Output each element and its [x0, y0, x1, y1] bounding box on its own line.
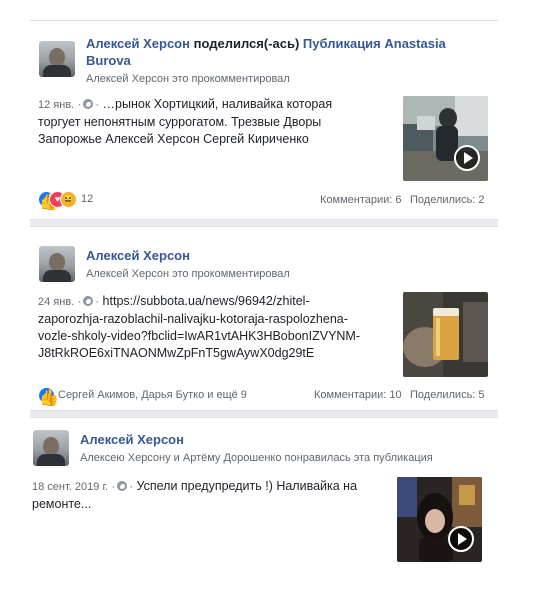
globe-icon: [83, 99, 94, 109]
video-thumbnail[interactable]: [397, 477, 482, 562]
video-thumbnail-image: [397, 477, 482, 562]
post-text-2: ремонте...: [32, 497, 92, 511]
post-separator: [30, 410, 498, 418]
post-text-2: торгует непонятным суррогатом. Трезвые Д…: [38, 115, 322, 129]
link-thumbnail[interactable]: [403, 292, 488, 377]
post-subtitle: Алексею Херсону и Артёму Дорошенко понра…: [80, 452, 433, 464]
reactors-list[interactable]: Сергей Акимов, Дарья Бутко и ещё 9: [58, 389, 247, 401]
shares-count[interactable]: Поделились: 2: [410, 194, 485, 206]
beer-glass-image: [403, 292, 488, 377]
post-line-1: 24 янв. · · https://subbota.ua/news/96942…: [38, 294, 310, 308]
post-link-3[interactable]: vozle-shkoly-video?fbclid=IwAR1vtAHK3HBo…: [38, 328, 398, 345]
globe-icon: [83, 296, 94, 306]
play-icon[interactable]: [448, 526, 474, 552]
post-body: 24 янв. · · https://subbota.ua/news/96942…: [38, 293, 398, 362]
post-subtitle: Алексей Херсон это прокомментировал: [86, 73, 290, 85]
post-link-1[interactable]: https://subbota.ua/news/96942/zhitel-: [103, 294, 310, 308]
post-body: 12 янв. · · …рынок Хортицкий, наливайка к…: [38, 96, 393, 148]
post-separator: [30, 219, 498, 227]
author-link[interactable]: Алексей Херсон: [86, 248, 190, 263]
comments-count[interactable]: Комментарии: 10: [314, 389, 402, 401]
avatar-body: [43, 270, 71, 282]
avatar-head: [49, 253, 65, 271]
haha-reaction-icon: 😆: [60, 191, 77, 208]
globe-icon: [117, 481, 128, 491]
avatar-head: [49, 48, 65, 66]
post-text-1: Успели предупредить !) Наливайка на: [136, 479, 358, 493]
post-body: 18 сент. 2019 г. · · Успели предупредить …: [32, 478, 387, 513]
action-text: поделился(-ась): [193, 36, 300, 51]
feed-post-1: Алексей Херсон поделился(-ась) Публикаци…: [30, 21, 498, 219]
avatar-head: [43, 437, 59, 455]
video-thumbnail[interactable]: [403, 96, 488, 181]
author-link[interactable]: Алексей Херсон: [86, 36, 190, 51]
post-text-1: …рынок Хортицкий, наливайка которая: [102, 97, 333, 111]
post-text-3: Запорожье Алексей Херсон Сергей Кириченк…: [38, 132, 309, 146]
shared-post-link[interactable]: Публикация Anastasia: [303, 36, 446, 51]
post-header: Алексей Херсон поделился(-ась) Публикаци…: [86, 36, 446, 51]
avatar-body: [37, 454, 65, 466]
post-link-2[interactable]: zaporozhja-razoblachil-nalivajku-kotoraj…: [38, 311, 398, 328]
feed-post-3: Алексей Херсон Алексею Херсону и Артёму …: [24, 420, 498, 590]
post-line-1: 12 янв. · · …рынок Хортицкий, наливайка к…: [38, 97, 333, 111]
video-thumbnail-image: [403, 96, 488, 181]
feed-post-2: Алексей Херсон Алексей Херсон это проком…: [30, 228, 498, 410]
reactions[interactable]: 👍 ♥ 😆 12: [38, 191, 118, 208]
avatar[interactable]: [39, 246, 75, 282]
post-date[interactable]: 24 янв.: [38, 296, 74, 308]
reaction-count: 12: [81, 193, 94, 205]
avatar[interactable]: [33, 430, 69, 466]
comments-count[interactable]: Комментарии: 6: [320, 194, 402, 206]
avatar[interactable]: [39, 41, 75, 77]
post-link-4[interactable]: J8tRkROE6xiTNAONMwZpFnT5gwAywX0dg29tE: [38, 345, 398, 362]
post-line-1: 18 сент. 2019 г. · · Успели предупредить …: [32, 479, 358, 493]
play-icon[interactable]: [454, 145, 480, 171]
like-reaction-icon[interactable]: 👍: [38, 387, 55, 404]
shares-count[interactable]: Поделились: 5: [410, 389, 485, 401]
shared-post-link-continued[interactable]: Burova: [86, 53, 131, 68]
post-subtitle: Алексей Херсон это прокомментировал: [86, 268, 290, 280]
author-link[interactable]: Алексей Херсон: [80, 432, 184, 447]
avatar-body: [43, 65, 71, 77]
post-date[interactable]: 18 сент. 2019 г.: [32, 481, 108, 493]
post-date[interactable]: 12 янв.: [38, 99, 74, 111]
